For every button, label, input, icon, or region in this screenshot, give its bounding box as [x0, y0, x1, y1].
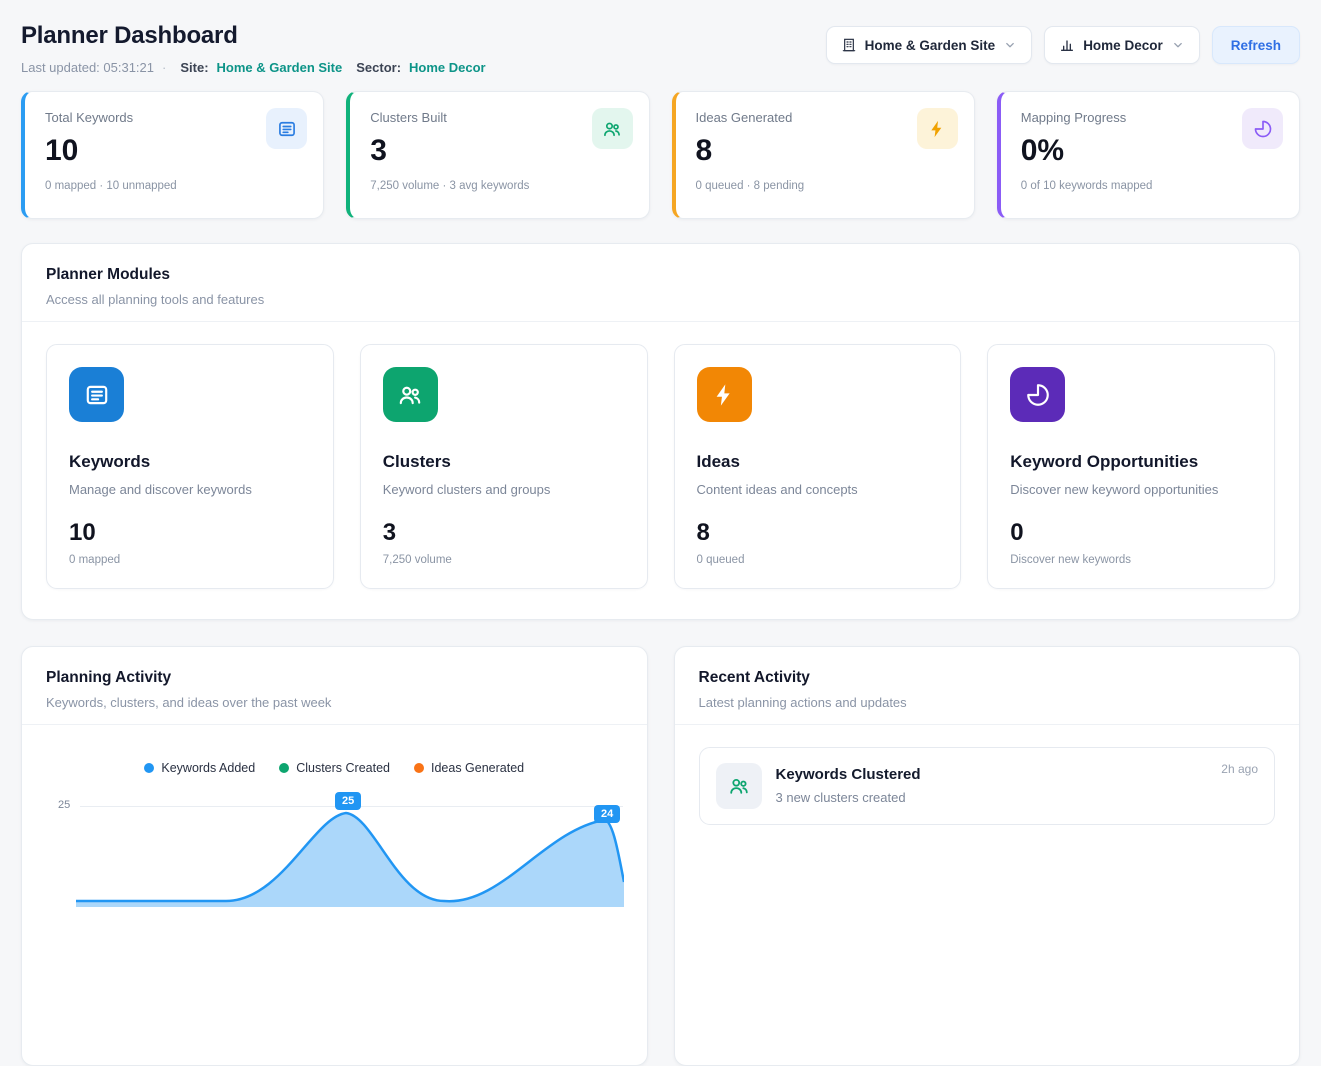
module-description: Discover new keyword opportunities [1010, 482, 1252, 497]
stat-cards-row: Total Keywords 10 0 mapped · 10 unmapped… [21, 91, 1300, 219]
chevron-down-icon [1171, 38, 1185, 52]
chevron-down-icon [1003, 38, 1017, 52]
page-meta: Last updated: 05:31:21 · Site: Home & Ga… [21, 60, 486, 75]
section-title: Planner Modules [46, 266, 1275, 284]
planner-modules-header: Planner Modules Access all planning tool… [22, 244, 1299, 321]
y-axis-tick: 25 [58, 799, 70, 811]
lightning-icon [697, 367, 752, 422]
module-card-clusters[interactable]: Clusters Keyword clusters and groups 3 7… [360, 344, 648, 589]
legend-dot-icon [414, 763, 424, 773]
sector-selector-label: Home Decor [1083, 38, 1163, 53]
legend-dot-icon [144, 763, 154, 773]
meta-separator: · [162, 60, 166, 75]
stat-detail: 0 mapped · 10 unmapped [45, 180, 305, 192]
stat-card-mapping-progress: Mapping Progress 0% 0 of 10 keywords map… [997, 91, 1300, 219]
planning-activity-chart: 25 25 24 [40, 787, 629, 907]
chart-legend: Keywords Added Clusters Created Ideas Ge… [22, 761, 647, 775]
legend-label: Keywords Added [161, 761, 255, 775]
recent-item-title: Keywords Clustered [776, 766, 921, 783]
module-title: Clusters [383, 452, 625, 472]
module-description: Keyword clusters and groups [383, 482, 625, 497]
planner-modules-card: Planner Modules Access all planning tool… [21, 243, 1300, 620]
section-subtitle: Latest planning actions and updates [699, 695, 1276, 710]
module-card-keywords[interactable]: Keywords Manage and discover keywords 10… [46, 344, 334, 589]
header-controls: Home & Garden Site Home Decor Refresh [826, 26, 1300, 64]
list-item-keywords-clustered: Keywords Clustered 3 new clusters create… [699, 747, 1276, 825]
legend-item-keywords-added: Keywords Added [144, 761, 255, 775]
bottom-panels: Planning Activity Keywords, clusters, an… [21, 646, 1300, 1066]
planner-dashboard-page: Planner Dashboard Last updated: 05:31:21… [0, 0, 1321, 1066]
module-description: Manage and discover keywords [69, 482, 311, 497]
data-point-label: 25 [335, 792, 361, 810]
pie-chart-icon [1242, 108, 1283, 149]
recent-item-description: 3 new clusters created [776, 790, 921, 805]
stat-card-ideas-generated: Ideas Generated 8 0 queued · 8 pending [672, 91, 975, 219]
recent-item-texts: Keywords Clustered 3 new clusters create… [776, 763, 921, 805]
section-subtitle: Keywords, clusters, and ideas over the p… [46, 695, 623, 710]
module-detail: 7,250 volume [383, 554, 625, 566]
planning-activity-panel: Planning Activity Keywords, clusters, an… [21, 646, 648, 1066]
recent-item-timestamp: 2h ago [1221, 762, 1258, 776]
section-title: Recent Activity [699, 669, 1276, 687]
site-label: Site: [180, 60, 208, 75]
section-subtitle: Access all planning tools and features [46, 292, 1275, 307]
users-icon [716, 763, 762, 809]
users-icon [383, 367, 438, 422]
recent-activity-list: Keywords Clustered 3 new clusters create… [675, 725, 1300, 847]
stat-detail: 0 queued · 8 pending [696, 180, 956, 192]
sector-label: Sector: [356, 60, 401, 75]
stat-card-total-keywords: Total Keywords 10 0 mapped · 10 unmapped [21, 91, 324, 219]
page-title: Planner Dashboard [21, 22, 486, 50]
module-description: Content ideas and concepts [697, 482, 939, 497]
module-detail: 0 queued [697, 554, 939, 566]
document-icon [69, 367, 124, 422]
module-value: 0 [1010, 519, 1252, 547]
module-card-keyword-opportunities[interactable]: Keyword Opportunities Discover new keywo… [987, 344, 1275, 589]
legend-label: Ideas Generated [431, 761, 524, 775]
building-icon [841, 37, 857, 53]
site-selector-label: Home & Garden Site [865, 38, 996, 53]
module-title: Keywords [69, 452, 311, 472]
legend-item-clusters-created: Clusters Created [279, 761, 390, 775]
module-title: Ideas [697, 452, 939, 472]
module-value: 10 [69, 519, 311, 547]
users-icon [592, 108, 633, 149]
divider [22, 724, 647, 725]
site-link[interactable]: Home & Garden Site [217, 60, 343, 75]
site-selector-dropdown[interactable]: Home & Garden Site [826, 26, 1033, 64]
module-value: 3 [383, 519, 625, 547]
last-updated-text: Last updated: 05:31:21 [21, 60, 154, 75]
planning-activity-header: Planning Activity Keywords, clusters, an… [22, 647, 647, 724]
dashboard-header: Planner Dashboard Last updated: 05:31:21… [21, 14, 1300, 75]
document-icon [266, 108, 307, 149]
pie-chart-icon [1010, 367, 1065, 422]
stat-card-clusters-built: Clusters Built 3 7,250 volume · 3 avg ke… [346, 91, 649, 219]
sector-link[interactable]: Home Decor [409, 60, 486, 75]
lightning-icon [917, 108, 958, 149]
stat-detail: 0 of 10 keywords mapped [1021, 180, 1281, 192]
legend-dot-icon [279, 763, 289, 773]
bar-chart-icon [1059, 37, 1075, 53]
module-card-ideas[interactable]: Ideas Content ideas and concepts 8 0 que… [674, 344, 962, 589]
recent-activity-panel: Recent Activity Latest planning actions … [674, 646, 1301, 1066]
sector-selector-dropdown[interactable]: Home Decor [1044, 26, 1200, 64]
module-title: Keyword Opportunities [1010, 452, 1252, 472]
section-title: Planning Activity [46, 669, 623, 687]
stat-detail: 7,250 volume · 3 avg keywords [370, 180, 630, 192]
legend-item-ideas-generated: Ideas Generated [414, 761, 524, 775]
module-detail: 0 mapped [69, 554, 311, 566]
data-point-label: 24 [594, 805, 620, 823]
refresh-button[interactable]: Refresh [1212, 26, 1300, 64]
modules-grid: Keywords Manage and discover keywords 10… [22, 322, 1299, 619]
header-titles: Planner Dashboard Last updated: 05:31:21… [21, 14, 486, 75]
module-value: 8 [697, 519, 939, 547]
recent-activity-header: Recent Activity Latest planning actions … [675, 647, 1300, 724]
legend-label: Clusters Created [296, 761, 390, 775]
module-detail: Discover new keywords [1010, 554, 1252, 566]
